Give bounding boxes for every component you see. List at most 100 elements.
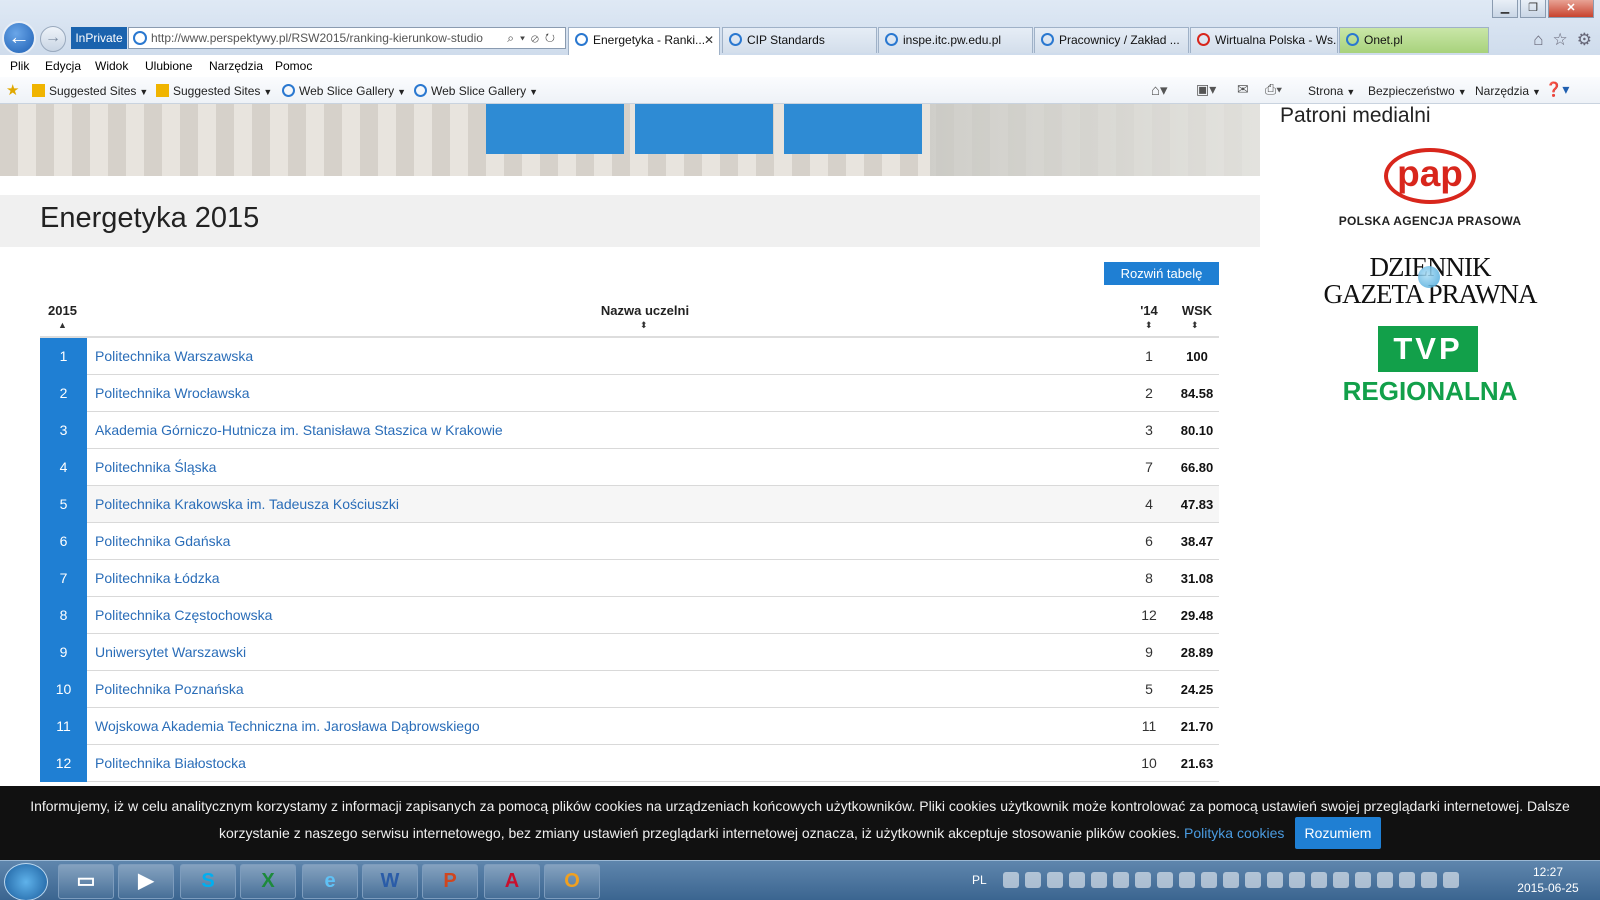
command-bezpieczenstwo[interactable]: Bezpieczeństwo ▼ xyxy=(1368,84,1467,98)
feeds-icon[interactable]: ▣▾ xyxy=(1196,81,1216,98)
help-icon[interactable]: ❓▾ xyxy=(1545,81,1569,98)
tray-icon[interactable] xyxy=(1223,872,1239,888)
home-toolbar-icon[interactable]: ⌂▾ xyxy=(1151,81,1168,99)
tray-icon[interactable] xyxy=(1267,872,1283,888)
university-link[interactable]: Politechnika Łódzka xyxy=(95,560,220,597)
close-window-button[interactable]: ✕ xyxy=(1548,0,1594,18)
language-indicator[interactable]: PL xyxy=(972,873,987,887)
tray-icon[interactable] xyxy=(1355,872,1371,888)
minimize-button[interactable]: ▁ xyxy=(1492,0,1518,18)
university-link[interactable]: Politechnika Krakowska im. Tadeusza Kośc… xyxy=(95,486,399,523)
fav-suggested-sites-1[interactable]: Suggested Sites ▼ xyxy=(32,84,148,98)
tray-wifi-icon[interactable] xyxy=(1179,872,1195,888)
outlook-icon[interactable]: O xyxy=(544,864,600,899)
tray-cloud-icon[interactable] xyxy=(1003,872,1019,888)
command-strona[interactable]: Strona ▼ xyxy=(1308,84,1355,98)
skype-icon[interactable]: S xyxy=(180,864,236,899)
maximize-button[interactable]: ❐ xyxy=(1520,0,1546,18)
back-button[interactable]: ← xyxy=(2,21,36,55)
column-header-rank[interactable]: 2015 xyxy=(48,303,77,318)
start-button[interactable] xyxy=(4,863,48,900)
tray-icon[interactable] xyxy=(1091,872,1107,888)
university-link[interactable]: Uniwersytet Warszawski xyxy=(95,634,246,671)
page-content: Energetyka 2015 Rozwiń tabelę 2015 ▲ Naz… xyxy=(0,104,1600,786)
tray-icon[interactable] xyxy=(1289,872,1305,888)
tab-pracownicy[interactable]: Pracownicy / Zakład ... xyxy=(1034,27,1189,53)
tray-icon[interactable] xyxy=(1311,872,1327,888)
tab-energetyka[interactable]: Energetyka - Ranki... ✕ xyxy=(568,27,720,55)
university-link[interactable]: Politechnika Białostocka xyxy=(95,745,246,782)
menu-narzedzia[interactable]: Narzędzia xyxy=(209,59,263,73)
tray-icon[interactable] xyxy=(1399,872,1415,888)
tab-onet[interactable]: Onet.pl xyxy=(1339,27,1489,53)
acrobat-icon[interactable]: A xyxy=(484,864,540,899)
settings-gear-icon[interactable]: ⚙ xyxy=(1577,30,1592,50)
university-link[interactable]: Politechnika Poznańska xyxy=(95,671,244,708)
tray-volume-icon[interactable] xyxy=(1421,872,1437,888)
tray-icon[interactable] xyxy=(1201,872,1217,888)
command-narzedzia[interactable]: Narzędzia ▼ xyxy=(1475,84,1541,98)
tray-icon[interactable] xyxy=(1333,872,1349,888)
tab-cip-standards[interactable]: CIP Standards xyxy=(722,27,877,53)
tray-icon[interactable] xyxy=(1443,872,1459,888)
nav-block-3[interactable] xyxy=(784,104,922,154)
nav-block-2[interactable] xyxy=(635,104,773,154)
tray-icon[interactable] xyxy=(1157,872,1173,888)
column-header-prev[interactable]: '14 xyxy=(1129,303,1169,318)
sort-icon[interactable]: ⬍ xyxy=(640,320,648,331)
university-link[interactable]: Akademia Górniczo-Hutnicza im. Stanisław… xyxy=(95,412,503,449)
pap-logo[interactable]: pap xyxy=(1384,148,1476,204)
forward-button[interactable]: → xyxy=(40,26,66,52)
close-tab-icon[interactable]: ✕ xyxy=(704,28,714,52)
menu-ulubione[interactable]: Ulubione xyxy=(145,59,192,73)
university-link[interactable]: Politechnika Częstochowska xyxy=(95,597,272,634)
tab-wirtualna-polska[interactable]: Wirtualna Polska - Ws... xyxy=(1190,27,1338,53)
powerpoint-icon[interactable]: P xyxy=(422,864,478,899)
word-icon[interactable]: W xyxy=(362,864,418,899)
menu-pomoc[interactable]: Pomoc xyxy=(275,59,312,73)
column-header-wsk[interactable]: WSK xyxy=(1172,303,1222,318)
address-bar[interactable]: http://www.perspektywy.pl/RSW2015/rankin… xyxy=(128,27,566,49)
fav-suggested-sites-2[interactable]: Suggested Sites ▼ xyxy=(156,84,272,98)
fav-web-slice-1[interactable]: Web Slice Gallery ▼ xyxy=(282,84,406,98)
favorites-star-icon[interactable]: ☆ xyxy=(1553,30,1568,50)
print-icon[interactable]: ⎙▾ xyxy=(1265,81,1282,98)
accept-cookies-button[interactable]: Rozumiem xyxy=(1295,817,1381,849)
tray-icon[interactable] xyxy=(1135,872,1151,888)
column-header-name[interactable]: Nazwa uczelni xyxy=(560,303,730,318)
menu-edycja[interactable]: Edycja xyxy=(45,59,81,73)
tray-icon[interactable] xyxy=(1025,872,1041,888)
sort-icon[interactable]: ⬍ xyxy=(1191,320,1199,331)
clock[interactable]: 12:27 2015-06-25 xyxy=(1508,864,1588,896)
fav-web-slice-2[interactable]: Web Slice Gallery ▼ xyxy=(414,84,538,98)
tray-icon[interactable] xyxy=(1377,872,1393,888)
address-url[interactable]: http://www.perspektywy.pl/RSW2015/rankin… xyxy=(151,28,496,48)
university-link[interactable]: Wojskowa Akademia Techniczna im. Jarosła… xyxy=(95,708,480,745)
sort-icon[interactable]: ⬍ xyxy=(1145,320,1153,331)
browser-right-icons: ⌂ ☆ ⚙ xyxy=(1533,30,1592,50)
ie-icon[interactable]: e xyxy=(302,864,358,899)
address-controls[interactable]: ⌕▾⊘↻ xyxy=(507,28,561,48)
university-link[interactable]: Politechnika Warszawska xyxy=(95,338,253,375)
home-icon[interactable]: ⌂ xyxy=(1533,30,1543,50)
university-link[interactable]: Politechnika Gdańska xyxy=(95,523,230,560)
sort-asc-icon[interactable]: ▲ xyxy=(58,320,67,330)
menu-plik[interactable]: Plik xyxy=(10,59,29,73)
university-link[interactable]: Politechnika Wrocławska xyxy=(95,375,250,412)
tray-icon[interactable] xyxy=(1245,872,1261,888)
expand-table-button[interactable]: Rozwiń tabelę xyxy=(1104,262,1219,285)
media-player-icon[interactable]: ▶ xyxy=(118,864,174,899)
mail-icon[interactable]: ✉ xyxy=(1237,81,1249,98)
tab-inspe[interactable]: inspe.itc.pw.edu.pl xyxy=(878,27,1033,53)
cookie-policy-link[interactable]: Polityka cookies xyxy=(1184,825,1284,841)
explorer-icon[interactable]: ▭ xyxy=(58,864,114,899)
favorites-star-icon[interactable]: ★ xyxy=(6,81,19,99)
tvp-logo[interactable]: TVP xyxy=(1378,326,1478,372)
university-link[interactable]: Politechnika Śląska xyxy=(95,449,216,486)
menu-widok[interactable]: Widok xyxy=(95,59,128,73)
tray-icon[interactable] xyxy=(1047,872,1063,888)
nav-block-1[interactable] xyxy=(486,104,624,154)
tray-icon[interactable] xyxy=(1113,872,1129,888)
excel-icon[interactable]: X xyxy=(240,864,296,899)
tray-signal-icon[interactable] xyxy=(1069,872,1085,888)
